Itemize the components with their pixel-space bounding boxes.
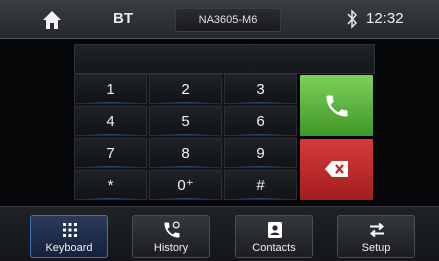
tab-contacts-label: Contacts [252,242,296,254]
key-6[interactable]: 6 [224,106,297,136]
call-history-icon [164,221,180,238]
backspace-icon [325,161,348,177]
key-0-plus[interactable]: 0⁺ [149,170,222,200]
key-1[interactable]: 1 [74,74,147,104]
dialed-number-display [74,44,375,74]
key-4[interactable]: 4 [74,106,147,136]
phone-screen: BT NA3605-M6 12:32 1 2 3 4 5 6 7 8 9 * 0… [0,0,439,261]
call-button[interactable] [300,75,373,136]
tab-keyboard-label: Keyboard [45,242,93,254]
tab-history[interactable]: History [132,215,210,258]
swap-arrows-icon [369,222,385,238]
home-icon[interactable] [41,9,63,31]
dial-keypad: 1 2 3 4 5 6 7 8 9 * 0⁺ # [74,74,297,200]
backspace-button[interactable] [300,139,373,200]
key-2[interactable]: 2 [149,74,222,104]
key-3[interactable]: 3 [224,74,297,104]
bluetooth-icon [347,9,358,29]
phone-icon [326,95,348,117]
tab-history-label: History [153,242,189,254]
tab-setup-label: Setup [361,242,391,254]
device-name: NA3605-M6 [175,8,281,32]
clock: 12:32 [366,10,404,27]
status-bar: BT NA3605-M6 12:32 [0,0,439,39]
key-star[interactable]: * [74,170,147,200]
source-label: BT [113,10,133,27]
contacts-icon [268,222,282,238]
key-7[interactable]: 7 [74,138,147,168]
key-9[interactable]: 9 [224,138,297,168]
tab-setup[interactable]: Setup [337,215,415,258]
tab-keyboard[interactable]: Keyboard [30,215,108,258]
grid-icon [63,223,77,237]
tab-contacts[interactable]: Contacts [235,215,313,258]
key-5[interactable]: 5 [149,106,222,136]
key-8[interactable]: 8 [149,138,222,168]
key-hash[interactable]: # [224,170,297,200]
